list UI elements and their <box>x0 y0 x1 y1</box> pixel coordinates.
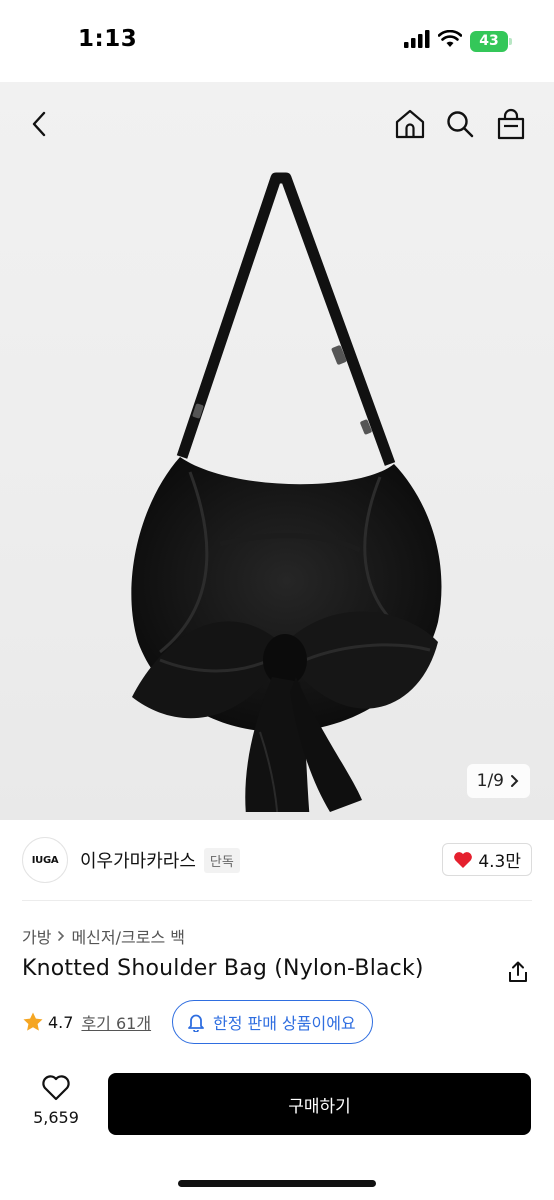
brand-name[interactable]: 이우가마카라스 <box>80 847 196 873</box>
image-counter[interactable]: 1/9 <box>466 764 530 798</box>
review-count-link[interactable]: 후기 61개 <box>81 1010 151 1034</box>
wifi-icon <box>437 29 463 52</box>
star-icon <box>23 1012 43 1031</box>
brand-like-count: 4.3만 <box>478 852 521 872</box>
buy-button[interactable]: 구매하기 <box>108 1073 531 1135</box>
wishlist-count: 5,659 <box>33 1108 79 1127</box>
chevron-right-icon <box>511 775 519 787</box>
heart-outline-icon <box>42 1075 70 1101</box>
back-icon <box>32 111 46 137</box>
brand-row[interactable]: IUGA 이우가마카라스 단독 4.3만 <box>22 836 532 884</box>
limited-sale-notice[interactable]: 한정 판매 상품이에요 <box>172 1000 373 1044</box>
back-button[interactable] <box>20 104 60 144</box>
status-time: 1:13 <box>78 26 138 52</box>
limited-sale-label: 한정 판매 상품이에요 <box>213 1014 356 1033</box>
home-button[interactable] <box>390 104 430 144</box>
brand-like-button[interactable]: 4.3만 <box>442 843 532 876</box>
share-button[interactable] <box>504 958 532 986</box>
cart-button[interactable] <box>491 104 531 144</box>
breadcrumb: 가방 메신저/크로스 백 <box>22 924 185 948</box>
search-button[interactable] <box>440 104 480 144</box>
divider <box>22 900 532 901</box>
wishlist-button[interactable]: 5,659 <box>28 1074 84 1127</box>
product-title: Knotted Shoulder Bag (Nylon-Black) <box>22 956 424 981</box>
breadcrumb-item-bags[interactable]: 가방 <box>22 924 51 948</box>
product-photo <box>131 172 442 812</box>
image-counter-label: 1/9 <box>476 771 504 791</box>
breadcrumb-item-messenger[interactable]: 메신저/크로스 백 <box>71 924 185 948</box>
signal-icon <box>404 30 430 52</box>
battery-icon: 43 <box>470 30 512 52</box>
product-image-gallery[interactable]: 1/9 <box>0 82 554 820</box>
home-indicator <box>178 1180 376 1187</box>
exclusive-badge: 단독 <box>203 847 240 873</box>
brand-logo[interactable]: IUGA <box>22 837 68 883</box>
bell-icon <box>188 1014 204 1032</box>
home-icon <box>395 109 425 139</box>
rating-value: 4.7 <box>48 1012 74 1032</box>
chevron-right-icon <box>58 931 65 941</box>
status-icons: 43 <box>404 29 512 52</box>
share-icon <box>509 961 527 982</box>
search-icon <box>447 111 474 138</box>
heart-filled-icon <box>454 851 473 868</box>
rating-row: 4.7 후기 61개 <box>22 1000 151 1044</box>
shopping-bag-icon <box>497 108 525 140</box>
status-bar: 1:13 43 <box>0 0 554 82</box>
